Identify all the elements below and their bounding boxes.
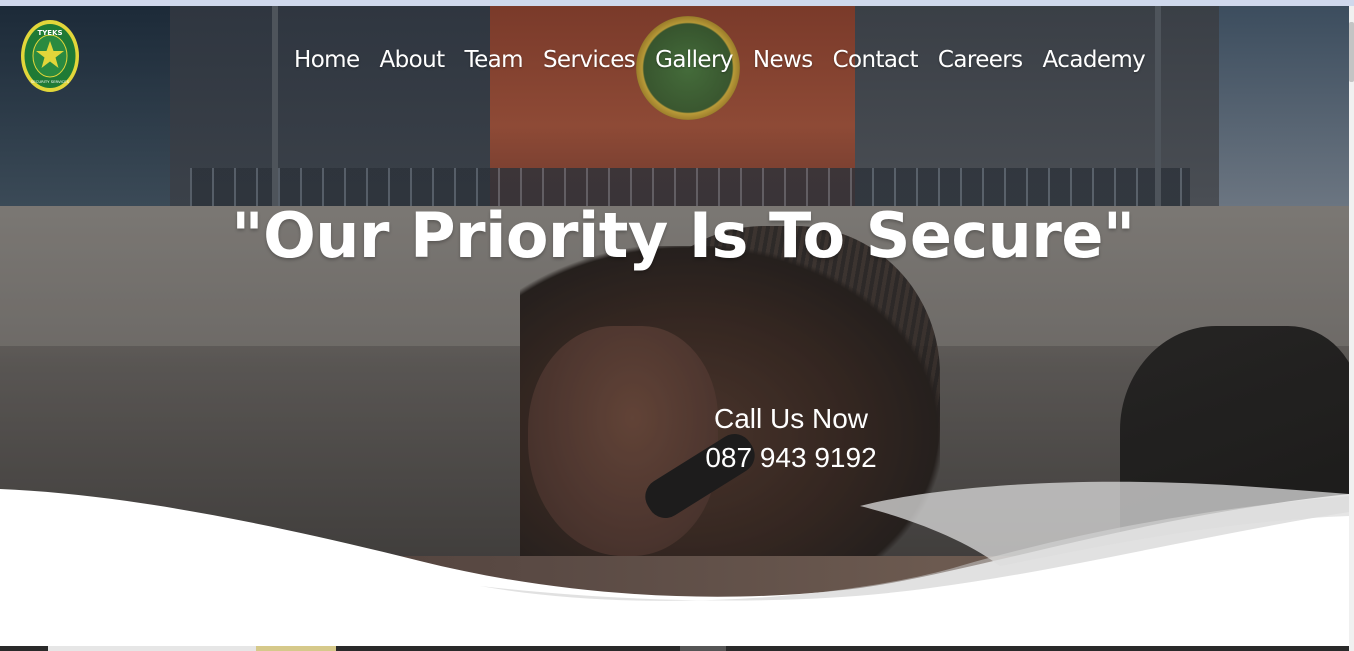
nav-item-contact[interactable]: Contact xyxy=(823,44,928,76)
nav-item-home[interactable]: Home xyxy=(284,44,370,76)
company-logo[interactable]: TYEKS SECURITY SERVICES xyxy=(20,19,80,93)
next-section-segment xyxy=(48,646,258,651)
page-scrollbar[interactable] xyxy=(1349,6,1354,651)
next-section-edge xyxy=(0,646,1349,651)
next-section-segment xyxy=(256,646,336,651)
nav-item-about[interactable]: About xyxy=(370,44,455,76)
hero-background-building xyxy=(0,6,1349,206)
nav-item-gallery[interactable]: Gallery xyxy=(645,44,743,76)
background-pole xyxy=(272,6,278,206)
logo-text-bottom: SECURITY SERVICES xyxy=(31,79,70,84)
background-pole xyxy=(1155,6,1161,206)
call-us-label: Call Us Now xyxy=(713,403,869,434)
background-sky-right xyxy=(1219,6,1349,206)
nav-item-services[interactable]: Services xyxy=(533,44,645,76)
call-us-block[interactable]: Call Us Now 087 943 9192 xyxy=(690,402,892,480)
main-navigation: Home About Team Services Gallery News Co… xyxy=(284,44,1155,76)
hero-headline: "Our Priority Is To Secure" xyxy=(231,199,1135,272)
nav-item-academy[interactable]: Academy xyxy=(1033,44,1156,76)
hero-wave-divider xyxy=(0,481,1349,646)
nav-item-careers[interactable]: Careers xyxy=(928,44,1033,76)
scrollbar-thumb[interactable] xyxy=(1349,22,1354,82)
nav-item-news[interactable]: News xyxy=(743,44,823,76)
nav-item-team[interactable]: Team xyxy=(455,44,533,76)
hero-section: "Our Priority Is To Secure" Call Us Now … xyxy=(0,6,1349,646)
next-section-segment xyxy=(680,646,726,651)
logo-text-top: TYEKS xyxy=(37,29,62,37)
call-us-phone-number[interactable]: 087 943 9192 xyxy=(690,436,892,480)
